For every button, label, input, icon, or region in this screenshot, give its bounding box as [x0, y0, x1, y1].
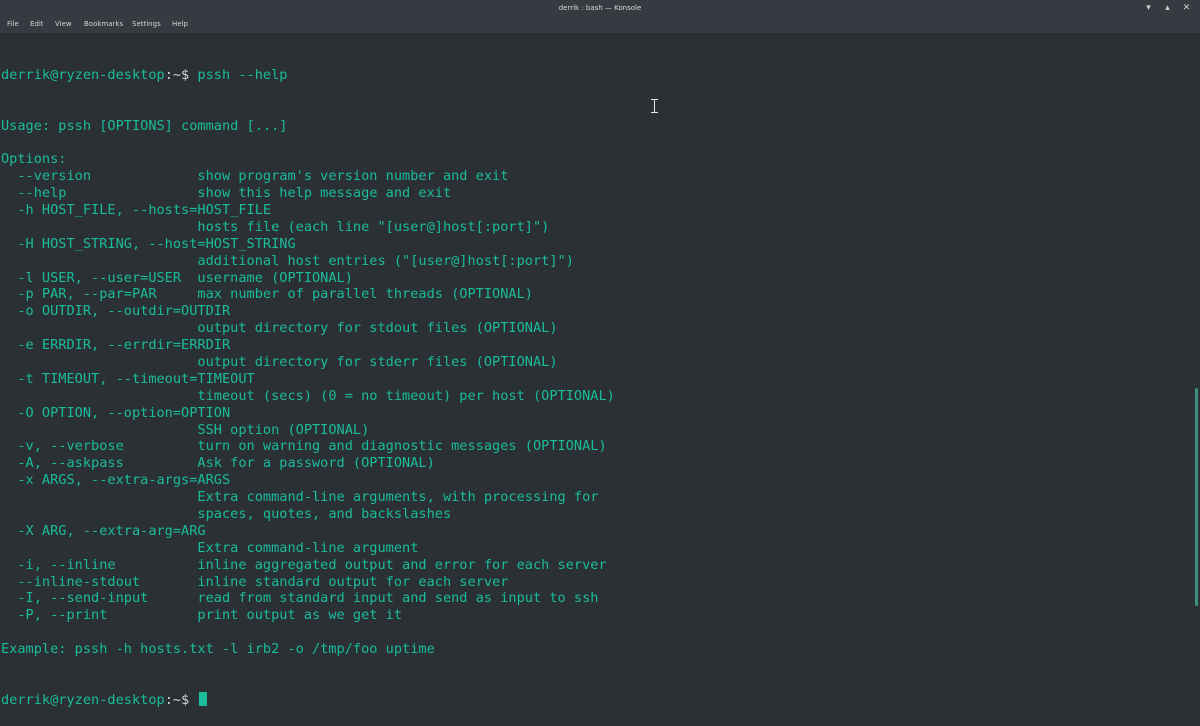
output-line: -t TIMEOUT, --timeout=TIMEOUT — [1, 370, 255, 387]
output-line: -H HOST_STRING, --host=HOST_STRING — [1, 235, 296, 252]
output-line: -v, --verbose turn on warning and diagno… — [1, 438, 607, 455]
output-line: -x ARGS, --extra-args=ARGS — [1, 472, 231, 489]
menu-file[interactable]: File — [7, 20, 19, 28]
output-line: --inline-stdout inline standard output f… — [1, 573, 509, 590]
menu-settings[interactable]: Settings — [132, 20, 161, 28]
output-line: -X ARG, --extra-arg=ARG — [1, 522, 206, 539]
typed-command: pssh --help — [197, 66, 288, 83]
output-line: Extra command-line argument — [1, 539, 419, 556]
minimize-icon[interactable]: ▾ — [1143, 2, 1154, 13]
output-line: --help show this help message and exit — [1, 185, 452, 202]
output-line: -O OPTION, --option=OPTION — [1, 404, 231, 421]
output-line: Options: — [1, 151, 67, 168]
help-output: Usage: pssh [OPTIONS] command [...] Optio… — [1, 118, 615, 659]
output-line: hosts file (each line "[user@]host[:port… — [1, 218, 550, 235]
prompt-path: :~$ — [164, 691, 190, 708]
output-line: output directory for stdout files (OPTIO… — [1, 320, 558, 337]
mouse-ibeam-icon — [651, 99, 658, 113]
menu-view[interactable]: View — [55, 20, 72, 28]
text-cursor — [199, 691, 208, 706]
output-line: additional host entries ("[user@]host[:p… — [1, 252, 574, 269]
active-prompt-line[interactable]: derrik@ryzen-desktop:~$ — [1, 691, 615, 709]
window-controls: ▾ ▴ ✕ — [1143, 2, 1192, 13]
close-icon[interactable]: ✕ — [1181, 2, 1192, 13]
menu-bookmarks[interactable]: Bookmarks — [84, 20, 123, 28]
output-line: -l USER, --user=USER username (OPTIONAL) — [1, 269, 353, 286]
output-line: Extra command-line arguments, with proce… — [1, 489, 599, 506]
window-title: derrik : bash — Konsole — [558, 4, 642, 12]
output-line: -A, --askpass Ask for a password (OPTION… — [1, 455, 435, 472]
output-line: Usage: pssh [OPTIONS] command [...] — [1, 117, 288, 134]
output-line: Example: pssh -h hosts.txt -l irb2 -o /t… — [1, 641, 435, 658]
output-line: timeout (secs) (0 = no timeout) per host… — [1, 387, 615, 404]
terminal-output: derrik@ryzen-desktop:~$ pssh --help Usag… — [1, 33, 615, 726]
menu-bar: File Edit View Bookmarks Settings Help — [0, 17, 1200, 34]
prompt-user: derrik@ryzen-desktop — [1, 66, 165, 83]
prompt-line: derrik@ryzen-desktop:~$ pssh --help — [1, 67, 615, 84]
output-line: -i, --inline inline aggregated output an… — [1, 556, 607, 573]
output-line: spaces, quotes, and backslashes — [1, 506, 452, 522]
prompt-path: :~$ — [164, 66, 190, 83]
output-line: SSH option (OPTIONAL) — [1, 421, 370, 438]
scrollbar[interactable] — [1195, 388, 1198, 606]
output-line: -h HOST_FILE, --hosts=HOST_FILE — [1, 201, 272, 218]
maximize-icon[interactable]: ▴ — [1162, 2, 1173, 13]
menu-edit[interactable]: Edit — [30, 20, 44, 28]
output-line: -e ERRDIR, --errdir=ERRDIR — [1, 337, 231, 354]
output-line: --version show program's version number … — [1, 168, 509, 185]
output-line: -p PAR, --par=PAR max number of parallel… — [1, 286, 533, 303]
output-line: -I, --send-input read from standard inpu… — [1, 590, 599, 607]
menu-help[interactable]: Help — [172, 20, 188, 28]
window-titlebar: derrik : bash — Konsole ▾ ▴ ✕ — [0, 0, 1200, 17]
output-line: -o OUTDIR, --outdir=OUTDIR — [1, 303, 231, 320]
output-line: output directory for stderr files (OPTIO… — [1, 353, 558, 370]
prompt-user: derrik@ryzen-desktop — [1, 691, 165, 708]
output-line: -P, --print print output as we get it — [1, 607, 403, 624]
